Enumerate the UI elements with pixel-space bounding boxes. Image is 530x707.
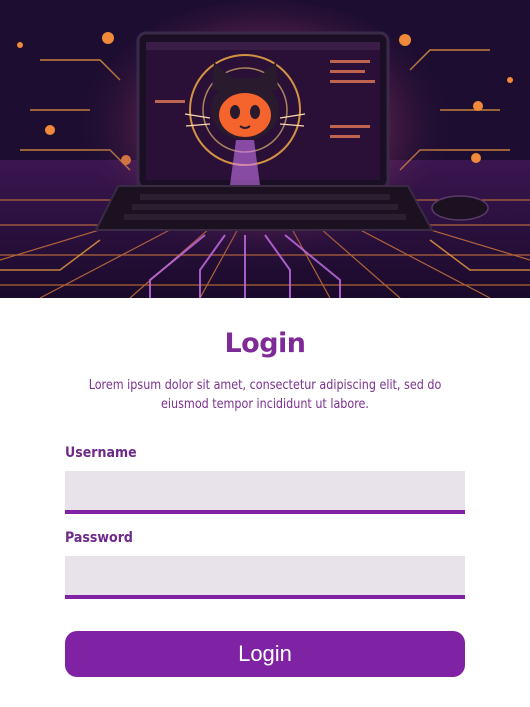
login-title: Login — [224, 328, 306, 359]
login-description: Lorem ipsum dolor sit amet, consectetur … — [88, 377, 442, 412]
password-input[interactable] — [65, 556, 465, 599]
login-button[interactable]: Login — [65, 631, 465, 677]
login-card: Login Lorem ipsum dolor sit amet, consec… — [0, 298, 530, 707]
cat-laptop-icon — [0, 0, 530, 298]
hero-illustration — [0, 0, 530, 298]
username-input[interactable] — [65, 471, 465, 514]
password-label: Password — [65, 530, 133, 546]
username-label: Username — [65, 445, 137, 461]
